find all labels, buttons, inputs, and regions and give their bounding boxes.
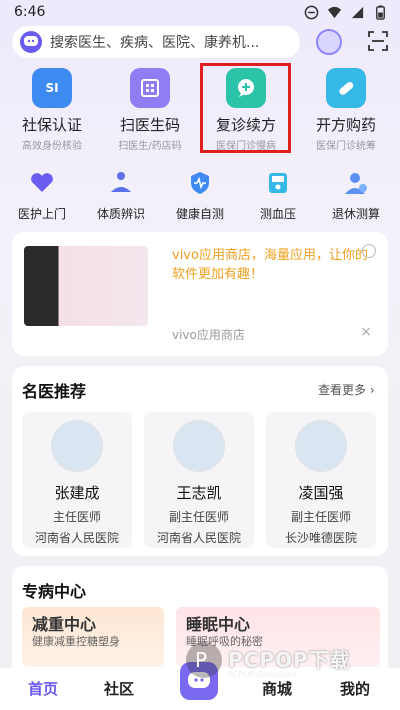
feature-social-security[interactable]: SI 社保认证 高效身份核验 — [2, 68, 102, 158]
assistant-chat-button[interactable] — [180, 662, 218, 700]
app-logo-icon — [20, 31, 42, 53]
ad-more-icon[interactable] — [362, 244, 376, 258]
doctor-card[interactable]: 凌国强 副主任医师 长沙唯德医院 — [266, 412, 376, 548]
doctor-hospital: 长沙唯德医院 — [284, 531, 357, 545]
specialty-subtitle: 健康减重控糖塑身 — [32, 635, 120, 648]
ad-card[interactable]: vivo应用商店，海量应用，让你的软件更加有趣！ vivo应用商店 × — [12, 232, 388, 356]
section-title: 专病中心 — [22, 582, 87, 601]
quick-constitution[interactable]: 体质辨识 — [85, 170, 157, 222]
doctor-hospital: 河南省人民医院 — [34, 531, 119, 545]
specialty-title: 睡眠中心 — [186, 615, 251, 634]
doctor-name: 凌国强 — [298, 484, 344, 502]
quick-label: 健康自测 — [175, 207, 224, 221]
feature-title: 社保认证 — [21, 116, 82, 134]
meditation-icon — [111, 172, 131, 192]
doctor-hospital: 河南省人民医院 — [156, 531, 241, 545]
chat-bubble-icon — [188, 672, 210, 688]
wifi-icon — [327, 6, 342, 19]
tab-home[interactable]: 首页 — [28, 678, 58, 699]
quick-home-care[interactable]: 医护上门 — [6, 170, 78, 222]
feature-scan-doctor[interactable]: 扫医生码 扫医生/药店码 — [100, 68, 200, 158]
specialty-weight-loss[interactable]: 减重中心 健康减重控糖塑身 — [22, 607, 164, 667]
quick-blood-pressure[interactable]: 测血压 — [242, 170, 314, 222]
bp-monitor-icon — [269, 173, 287, 193]
quick-label: 测血压 — [259, 207, 296, 221]
quick-health-test[interactable]: 健康自测 — [164, 170, 236, 222]
doctor-avatar — [51, 420, 103, 472]
feature-buy-medicine[interactable]: 开方购药 医保门诊统筹 — [296, 68, 396, 158]
ad-close-button[interactable]: × — [360, 324, 372, 340]
quick-label: 退休测算 — [331, 207, 380, 221]
retire-user-icon — [345, 173, 367, 194]
assistant-avatar-icon[interactable] — [316, 29, 342, 55]
specialty-sleep[interactable]: 睡眠中心 睡眠呼吸的秘密 — [176, 607, 380, 667]
dnd-icon — [304, 5, 319, 20]
status-bar: 6:46 — [0, 0, 400, 26]
doctor-card[interactable]: 王志凯 副主任医师 河南省人民医院 — [144, 412, 254, 548]
feature-title: 开方购药 — [315, 116, 376, 134]
search-bar[interactable]: 搜索医生、疾病、医院、康养机... — [12, 26, 300, 58]
shield-id-icon: SI — [32, 68, 72, 108]
specialty-subtitle: 睡眠呼吸的秘密 — [186, 635, 263, 648]
highlight-box — [200, 63, 291, 153]
feature-title: 扫医生码 — [119, 116, 180, 134]
status-icons — [304, 5, 388, 20]
doctor-avatar — [173, 420, 225, 472]
doctor-name: 王志凯 — [176, 484, 222, 502]
tab-mall[interactable]: 商城 — [262, 678, 292, 699]
signal-icon — [351, 6, 364, 19]
feature-subtitle: 扫医生/药店码 — [118, 141, 182, 152]
ad-text: vivo应用商店，海量应用，让你的软件更加有趣！ — [172, 248, 368, 282]
pill-icon — [326, 68, 366, 108]
feature-subtitle: 高效身份核验 — [22, 141, 82, 152]
doctor-title: 副主任医师 — [168, 510, 229, 524]
quick-retirement[interactable]: 退休测算 — [320, 170, 392, 222]
quick-label: 体质辨识 — [96, 207, 145, 221]
section-title: 名医推荐 — [22, 382, 87, 401]
tab-mine[interactable]: 我的 — [340, 678, 370, 699]
status-time: 6:46 — [14, 4, 46, 20]
tab-community[interactable]: 社区 — [104, 678, 134, 699]
ad-source: vivo应用商店 — [172, 328, 245, 342]
view-more-link[interactable]: 查看更多 › — [318, 381, 375, 398]
quick-label: 医护上门 — [17, 207, 66, 221]
scan-icon[interactable] — [368, 31, 388, 51]
feature-subtitle: 医保门诊统筹 — [316, 141, 376, 152]
doctor-title: 主任医师 — [52, 510, 101, 524]
search-placeholder: 搜索医生、疾病、医院、康养机... — [50, 35, 260, 51]
heart-hands-icon — [31, 173, 53, 192]
pulse-shield-icon — [191, 172, 209, 194]
doctor-name: 张建成 — [54, 484, 100, 502]
doctor-avatar — [295, 420, 347, 472]
doctor-card[interactable]: 张建成 主任医师 河南省人民医院 — [22, 412, 132, 548]
battery-icon — [376, 5, 385, 20]
specialty-title: 减重中心 — [32, 615, 97, 634]
qr-scan-icon — [130, 68, 170, 108]
doctor-title: 副主任医师 — [290, 510, 351, 524]
ad-thumbnail — [24, 246, 148, 326]
